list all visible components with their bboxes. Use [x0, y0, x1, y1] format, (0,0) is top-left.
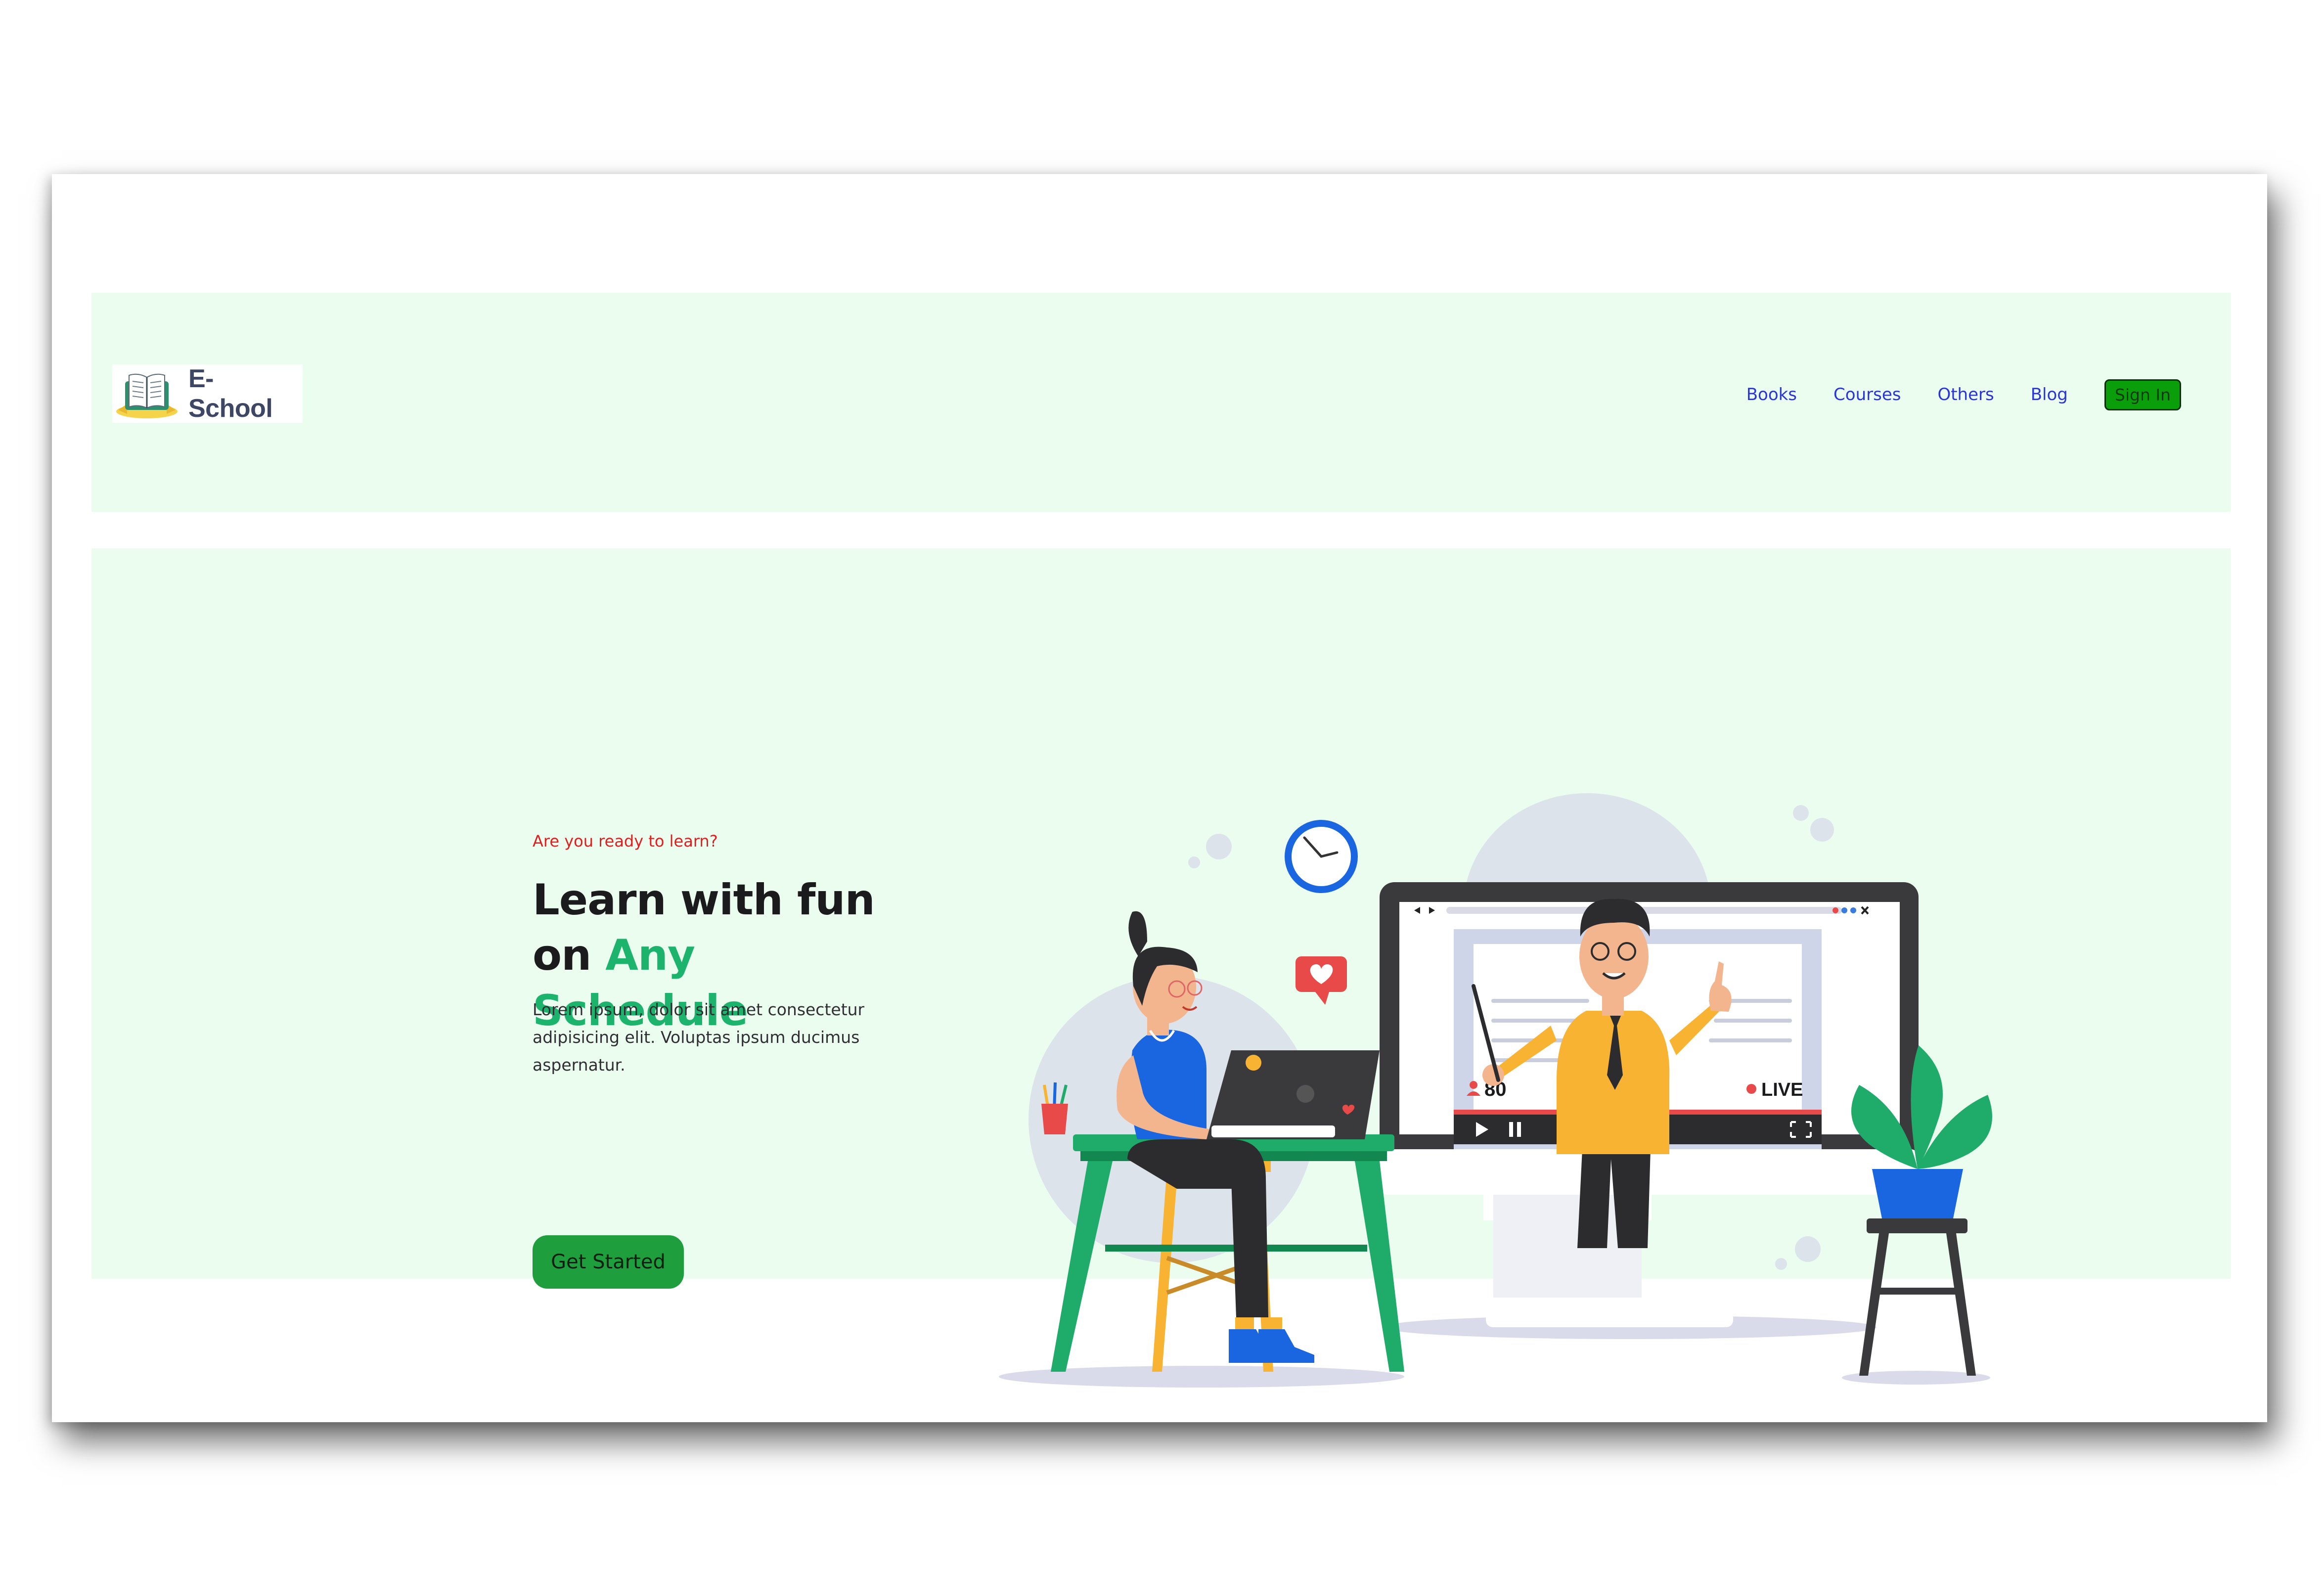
plant-stool — [1851, 1045, 1992, 1376]
laptop-icon — [1207, 1050, 1380, 1139]
nav-link-blog[interactable]: Blog — [2031, 385, 2068, 404]
headline-on: on — [533, 931, 591, 980]
nav-link-books[interactable]: Books — [1746, 385, 1797, 404]
main-nav: Books Courses Others Blog Sign In — [1746, 377, 2181, 412]
navbar: E- School Books Courses Others Blog Sign… — [91, 293, 2231, 512]
get-started-button[interactable]: Get Started — [533, 1235, 684, 1289]
hero-description: Lorem ipsum, dolor sit amet consectetur … — [533, 1000, 865, 1075]
nav-link-others[interactable]: Others — [1937, 385, 1994, 404]
pencil-cup-icon — [1041, 1082, 1068, 1134]
browser-frame: E- School Books Courses Others Blog Sign… — [52, 174, 2267, 1422]
brand-name: E- School — [188, 364, 273, 423]
nav-link-courses[interactable]: Courses — [1833, 385, 1901, 404]
online-learning-illustration: 80 LIVE — [999, 793, 1992, 1388]
hero-tagline: Are you ready to learn? — [533, 832, 718, 851]
heart-bubble-icon — [1296, 956, 1347, 1005]
book-logo-icon — [116, 373, 178, 418]
sign-in-button[interactable]: Sign In — [2104, 379, 2181, 410]
live-label: LIVE — [1761, 1079, 1803, 1100]
brand-logo[interactable]: E- School — [112, 364, 303, 423]
headline-line-1: Learn with fun — [533, 875, 875, 925]
clock-icon — [1285, 820, 1358, 893]
hero-section: Are you ready to learn? Learn with fun o… — [91, 548, 2231, 1388]
